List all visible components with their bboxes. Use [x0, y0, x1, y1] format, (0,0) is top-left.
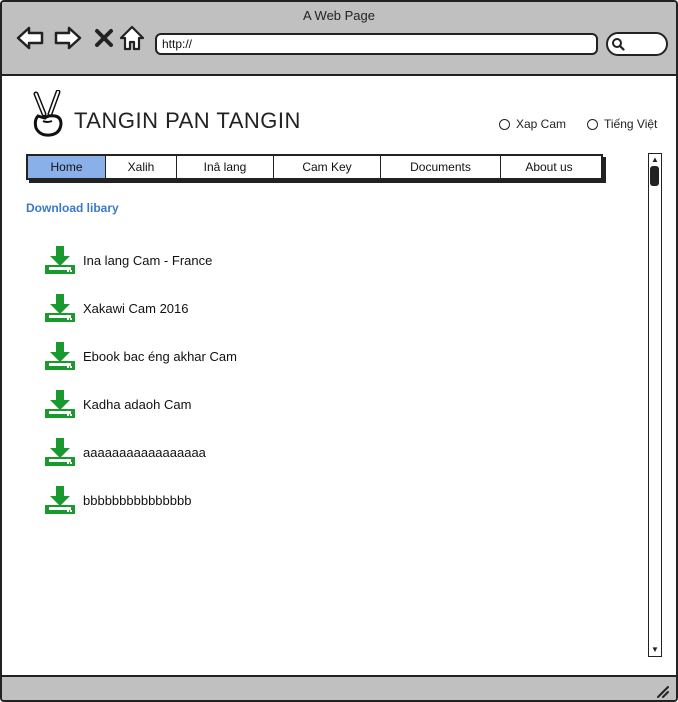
radio-button[interactable]	[587, 118, 598, 130]
menu-item-cam-key[interactable]: Cam Key	[274, 156, 381, 178]
download-label: bbbbbbbbbbbbbbb	[83, 492, 192, 508]
search-icon	[612, 38, 625, 51]
browser-window: A Web Page http:// TANGIN PAN TANGIN Xap…	[0, 0, 678, 702]
close-icon[interactable]	[90, 24, 118, 52]
scroll-up-icon[interactable]: ▲	[650, 155, 660, 165]
url-field[interactable]: http://	[155, 33, 598, 55]
home-icon[interactable]	[118, 24, 146, 52]
download-icon[interactable]	[44, 437, 76, 467]
download-icon[interactable]	[44, 293, 76, 323]
search-input[interactable]	[606, 32, 668, 56]
radio-button[interactable]	[499, 118, 510, 130]
language-label: Tiếng Việt	[604, 117, 658, 131]
download-item[interactable]: Xakawi Cam 2016	[44, 284, 237, 332]
menu-item-documents[interactable]: Documents	[381, 156, 501, 178]
peace-hand-icon	[33, 90, 63, 137]
download-item[interactable]: Ebook bac éng akhar Cam	[44, 332, 237, 380]
language-option-xap-cam[interactable]: Xap Cam	[499, 117, 566, 131]
download-item[interactable]: Ina lang Cam - France	[44, 236, 237, 284]
back-arrow-icon[interactable]	[16, 24, 44, 52]
forward-arrow-icon[interactable]	[54, 24, 82, 52]
download-label: Kadha adaoh Cam	[83, 396, 192, 412]
download-item[interactable]: Kadha adaoh Cam	[44, 380, 237, 428]
download-label: Xakawi Cam 2016	[83, 300, 189, 316]
download-item[interactable]: aaaaaaaaaaaaaaaaa	[44, 428, 237, 476]
language-label: Xap Cam	[516, 117, 567, 131]
browser-toolbar: A Web Page http://	[2, 2, 676, 76]
download-label: Ina lang Cam - France	[83, 252, 213, 268]
status-bar	[2, 675, 676, 700]
download-icon[interactable]	[44, 485, 76, 515]
download-label: Ebook bac éng akhar Cam	[83, 348, 237, 364]
resize-grip-icon[interactable]	[656, 685, 670, 699]
menu-item-xalih[interactable]: Xalih	[106, 156, 177, 178]
scroll-down-icon[interactable]: ▼	[650, 645, 660, 655]
download-icon[interactable]	[44, 389, 76, 419]
download-item[interactable]: bbbbbbbbbbbbbbb	[44, 476, 237, 524]
language-option-tieng-viet[interactable]: Tiếng Việt	[587, 117, 657, 131]
download-icon[interactable]	[44, 245, 76, 275]
site-title: TANGIN PAN TANGIN	[74, 108, 301, 133]
download-list: Ina lang Cam - France Xakawi Cam 2016 Eb…	[44, 236, 237, 524]
menu-item-ina-lang[interactable]: Inâ lang	[177, 156, 274, 178]
menu-item-home[interactable]: Home	[28, 156, 106, 178]
menu-item-about-us[interactable]: About us	[501, 156, 597, 178]
scroll-thumb[interactable]	[650, 166, 659, 186]
section-title: Download libary	[26, 201, 119, 215]
download-label: aaaaaaaaaaaaaaaaa	[83, 444, 206, 460]
window-title: A Web Page	[302, 8, 376, 23]
download-icon[interactable]	[44, 341, 76, 371]
vertical-scrollbar[interactable]: ▲ ▼	[648, 153, 662, 657]
main-menu: Home Xalih Inâ lang Cam Key Documents Ab…	[26, 154, 603, 180]
